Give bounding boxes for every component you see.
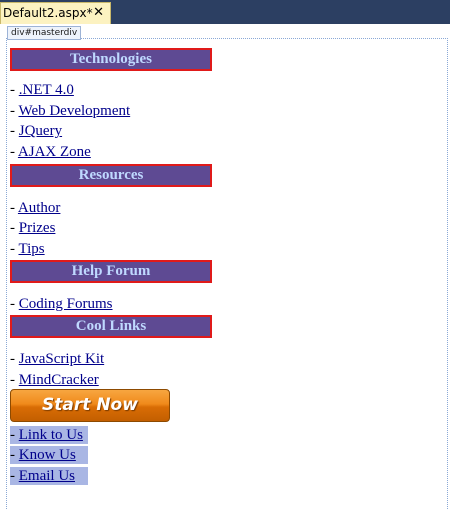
list-item: - Link to Us bbox=[10, 426, 88, 444]
document-tab-strip: Default2.aspx* ✕ bbox=[0, 0, 450, 24]
list-item: - Author bbox=[10, 200, 61, 216]
start-now-button[interactable]: Start Now bbox=[10, 389, 170, 422]
list-item: - Web Development bbox=[10, 103, 131, 119]
link-mindcracker[interactable]: MindCracker bbox=[19, 372, 99, 388]
tab-title: Default2.aspx* bbox=[3, 6, 93, 20]
element-selector-tag[interactable]: div#masterdiv bbox=[7, 26, 82, 40]
link-web-development[interactable]: Web Development bbox=[18, 103, 130, 119]
link-know-us[interactable]: Know Us bbox=[19, 447, 76, 463]
list-item: - Prizes bbox=[10, 220, 56, 236]
list-item: - .NET 4.0 bbox=[10, 82, 74, 98]
section-header-resources: Resources bbox=[10, 164, 212, 187]
list-item: - JavaScript Kit bbox=[10, 351, 105, 367]
list-item: - AJAX Zone bbox=[10, 144, 91, 160]
link-ajax-zone[interactable]: AJAX Zone bbox=[18, 144, 91, 160]
link-tips[interactable]: Tips bbox=[18, 241, 44, 257]
section-header-cool-links: Cool Links bbox=[10, 315, 212, 338]
close-icon[interactable]: ✕ bbox=[93, 5, 104, 21]
link-author[interactable]: Author bbox=[18, 200, 61, 216]
link-email-us[interactable]: Email Us bbox=[19, 468, 75, 484]
list-item: - Email Us bbox=[10, 467, 88, 485]
link-jquery[interactable]: JQuery bbox=[19, 123, 62, 139]
section-header-help-forum: Help Forum bbox=[10, 260, 212, 283]
link-prizes[interactable]: Prizes bbox=[19, 220, 56, 236]
document-tab[interactable]: Default2.aspx* ✕ bbox=[0, 2, 111, 24]
link-net-4[interactable]: .NET 4.0 bbox=[19, 82, 74, 98]
list-item: - Tips bbox=[10, 241, 45, 257]
list-item: - Know Us bbox=[10, 446, 88, 464]
link-javascript-kit[interactable]: JavaScript Kit bbox=[19, 351, 104, 367]
section-header-technologies: Technologies bbox=[10, 48, 212, 71]
list-item: - Coding Forums bbox=[10, 296, 113, 312]
list-item: - MindCracker bbox=[10, 372, 99, 388]
link-coding-forums[interactable]: Coding Forums bbox=[19, 296, 113, 312]
list-item: - JQuery bbox=[10, 123, 63, 139]
design-surface: div#masterdiv Technologies - .NET 4.0 - … bbox=[0, 24, 450, 509]
link-link-to-us[interactable]: Link to Us bbox=[19, 427, 83, 443]
